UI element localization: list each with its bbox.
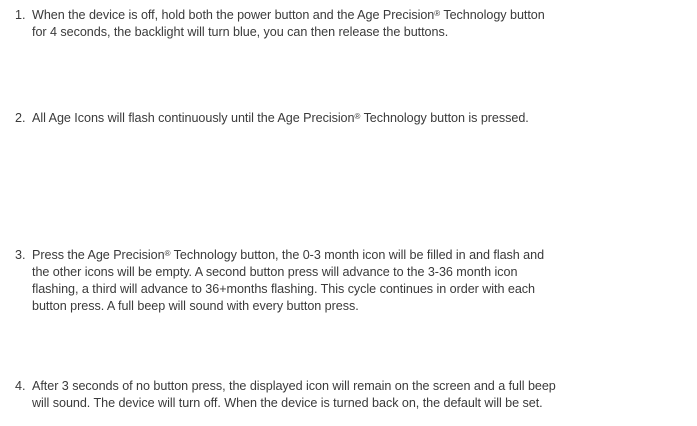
step-line: the other icons will be empty. A second … bbox=[32, 265, 518, 279]
step-number: 1. bbox=[15, 8, 26, 22]
step-text: When the device is off, hold both the po… bbox=[32, 7, 692, 41]
step-line: button press. A full beep will sound wit… bbox=[32, 299, 359, 313]
step-text: All Age Icons will flash continuously un… bbox=[32, 110, 692, 127]
step-line: will sound. The device will turn off. Wh… bbox=[32, 396, 543, 410]
step-number: 2. bbox=[15, 111, 26, 125]
step-number: 4. bbox=[15, 379, 26, 393]
step-number: 3. bbox=[15, 248, 26, 262]
instructions-page: 1. When the device is off, hold both the… bbox=[0, 0, 697, 426]
step-text: Press the Age Precision® Technology butt… bbox=[32, 247, 692, 315]
step-text: After 3 seconds of no button press, the … bbox=[32, 378, 692, 412]
step-line: After 3 seconds of no button press, the … bbox=[32, 379, 556, 393]
step-line: All Age Icons will flash continuously un… bbox=[32, 111, 529, 125]
step-line: flashing, a third will advance to 36+mon… bbox=[32, 282, 535, 296]
step-line: for 4 seconds, the backlight will turn b… bbox=[32, 25, 449, 39]
step-line: When the device is off, hold both the po… bbox=[32, 8, 545, 22]
step-line: Press the Age Precision® Technology butt… bbox=[32, 248, 545, 262]
